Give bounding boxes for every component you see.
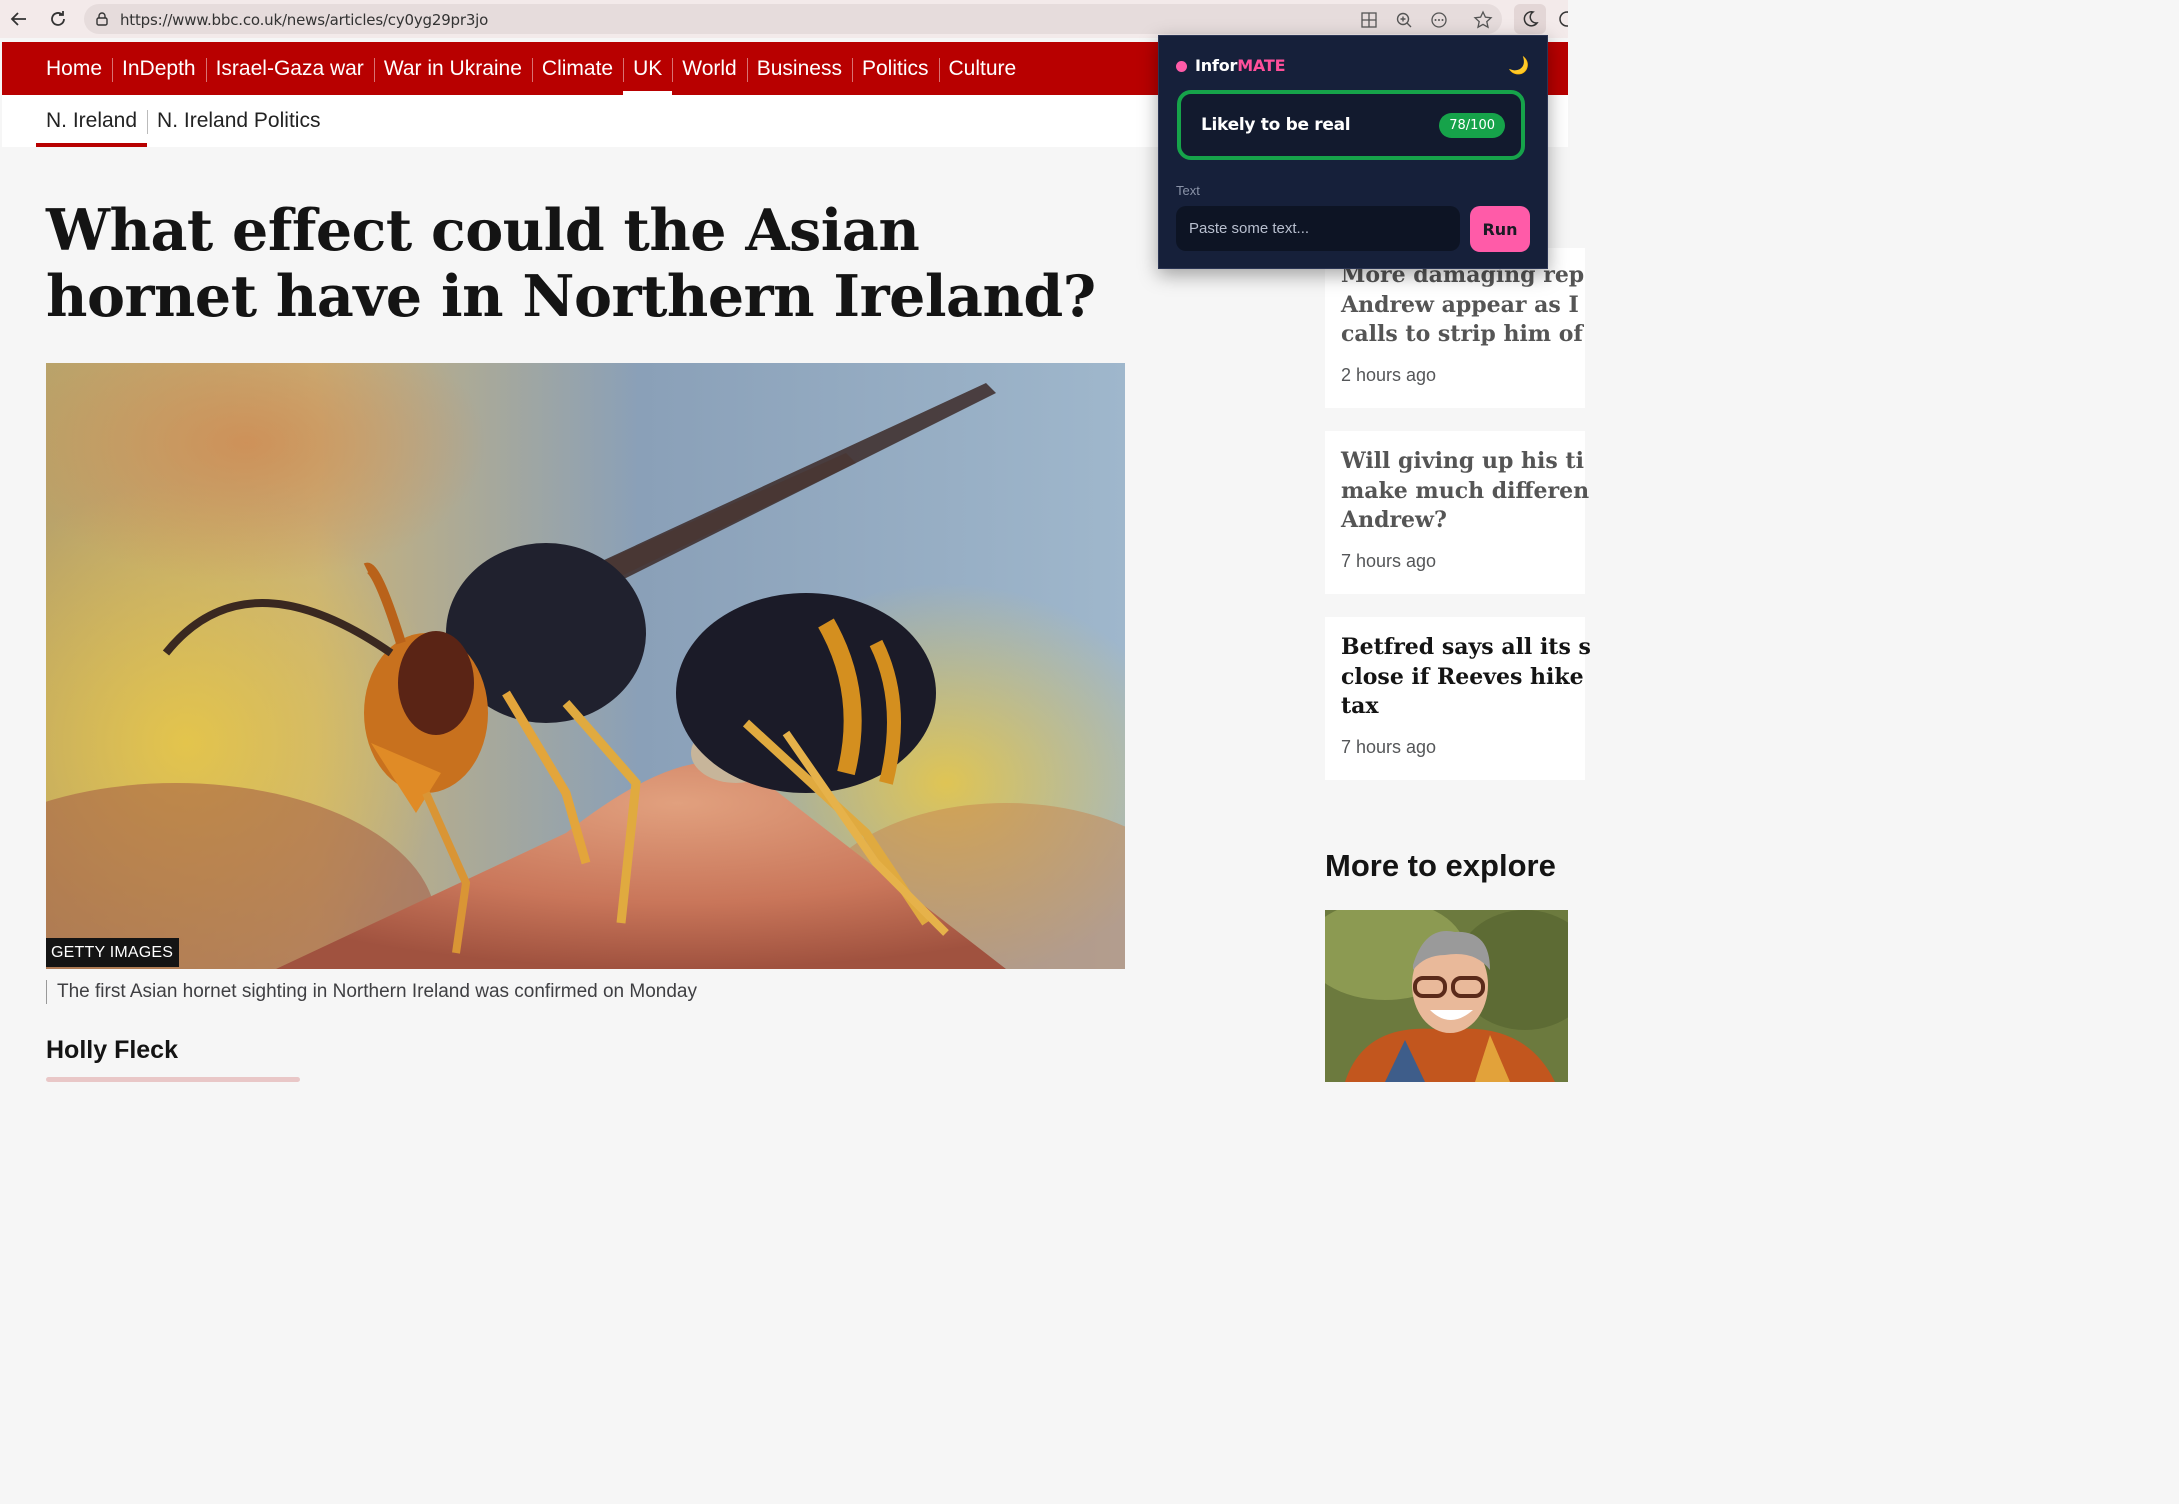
- sidebar-story-3[interactable]: Betfred says all its s close if Reeves h…: [1325, 617, 1591, 780]
- nav-item-home[interactable]: Home: [36, 42, 112, 95]
- story-title-line[interactable]: Andrew appear as I: [1341, 290, 1579, 320]
- story-title-line[interactable]: tax: [1341, 691, 1379, 721]
- apps-icon[interactable]: [1358, 9, 1380, 31]
- sidebar-story-1[interactable]: More damaging rep Andrew appear as I cal…: [1325, 248, 1585, 408]
- theme-moon-icon[interactable]: 🌙: [1508, 56, 1529, 76]
- sidebar-story-2[interactable]: Will giving up his ti make much differen…: [1325, 431, 1589, 594]
- extensions-icon[interactable]: [1556, 8, 1575, 35]
- nav-item-indepth[interactable]: InDepth: [112, 42, 206, 95]
- favorite-star-icon[interactable]: [1472, 9, 1494, 31]
- story-timestamp: 7 hours ago: [1341, 551, 1437, 571]
- reload-icon[interactable]: [45, 6, 71, 32]
- subnav-item-n-ireland-politics[interactable]: N. Ireland Politics: [147, 95, 330, 147]
- url-text[interactable]: https://www.bbc.co.uk/news/articles/cy0y…: [120, 11, 488, 29]
- story-title-line[interactable]: Betfred says all its s: [1341, 632, 1591, 662]
- more-to-explore-heading: More to explore: [1325, 848, 1556, 883]
- extension-brand: InforMATE: [1195, 56, 1286, 75]
- brand-prefix: Infor: [1195, 56, 1238, 75]
- text-input[interactable]: [1176, 206, 1460, 251]
- nav-item-israel-gaza-war[interactable]: Israel-Gaza war: [205, 42, 374, 95]
- story-title-line[interactable]: close if Reeves hike: [1341, 662, 1584, 692]
- run-button[interactable]: Run: [1470, 206, 1530, 252]
- nav-item-politics[interactable]: Politics: [851, 42, 939, 95]
- more-icon[interactable]: [1428, 9, 1450, 31]
- explore-story-image[interactable]: [1325, 910, 1568, 1082]
- image-credit: GETTY IMAGES: [46, 938, 180, 967]
- story-timestamp: 7 hours ago: [1341, 737, 1437, 757]
- nav-item-climate[interactable]: Climate: [531, 42, 623, 95]
- story-timestamp: 2 hours ago: [1341, 365, 1437, 385]
- informate-extension-popup: InforMATE 🌙 Likely to be real 78/100 Tex…: [1158, 35, 1548, 269]
- site-info-icon[interactable]: [94, 11, 110, 32]
- hornet-hero-image: [46, 363, 1125, 969]
- verdict-card: Likely to be real 78/100: [1177, 90, 1525, 160]
- address-bar[interactable]: https://www.bbc.co.uk/news/articles/cy0y…: [84, 4, 1502, 34]
- story-title-line[interactable]: calls to strip him of: [1341, 319, 1583, 349]
- status-dot-icon: [1176, 61, 1187, 72]
- nav-item-world[interactable]: World: [672, 42, 746, 95]
- text-field-label: Text: [1176, 183, 1200, 198]
- score-badge: 78/100: [1439, 113, 1505, 138]
- browser-toolbar: https://www.bbc.co.uk/news/articles/cy0y…: [0, 0, 1575, 38]
- dark-mode-moon-icon[interactable]: [1514, 4, 1546, 34]
- nav-item-business[interactable]: Business: [746, 42, 852, 95]
- story-title-line[interactable]: Will giving up his ti: [1341, 446, 1584, 476]
- zoom-icon[interactable]: [1393, 9, 1415, 31]
- image-caption: The first Asian hornet sighting in North…: [46, 980, 697, 1004]
- author-name[interactable]: Holly Fleck: [46, 1036, 178, 1065]
- story-title-line[interactable]: Andrew?: [1341, 505, 1447, 535]
- back-icon[interactable]: [6, 6, 32, 32]
- author-divider: [46, 1077, 300, 1082]
- article-headline: What effect could the Asian hornet have …: [46, 197, 1096, 330]
- nav-item-war-in-ukraine[interactable]: War in Ukraine: [373, 42, 532, 95]
- verdict-label: Likely to be real: [1201, 115, 1351, 135]
- subnav-item-n-ireland[interactable]: N. Ireland: [36, 95, 148, 147]
- brand-accent: MATE: [1237, 56, 1286, 75]
- story-title-line[interactable]: make much differen: [1341, 476, 1589, 506]
- nav-item-uk[interactable]: UK: [623, 42, 673, 95]
- nav-item-culture[interactable]: Culture: [938, 42, 1027, 95]
